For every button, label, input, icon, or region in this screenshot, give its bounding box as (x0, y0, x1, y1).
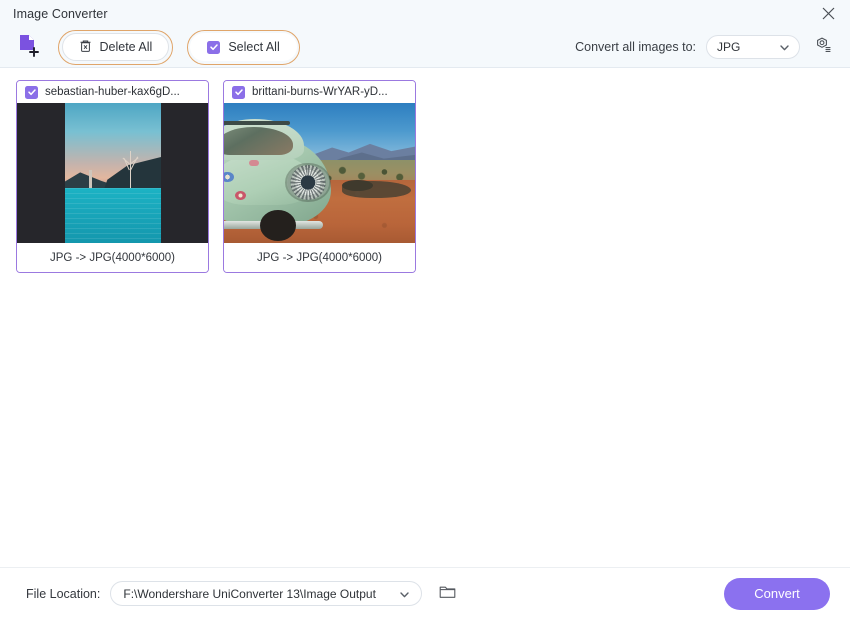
select-all-label: Select All (228, 40, 280, 54)
delete-all-label: Delete All (99, 40, 153, 54)
file-card-header: brittani-burns-WrYAR-yD... (224, 81, 415, 103)
select-all-button[interactable]: Select All (190, 33, 297, 61)
browse-folder-button[interactable] (434, 581, 460, 607)
delete-all-focus-ring: Delete All (58, 29, 173, 65)
convert-all-label: Convert all images to: (575, 40, 696, 54)
select-all-focus-ring: Select All (186, 29, 301, 65)
window-titlebar: Image Converter (0, 0, 850, 27)
file-card-header: sebastian-huber-kax6gD... (17, 81, 208, 103)
trash-icon (79, 39, 92, 56)
file-list-area: sebastian-huber-kax6gD... JPG -> JPG(400… (0, 68, 850, 567)
file-thumbnail (224, 103, 415, 243)
file-location-label: File Location: (26, 586, 101, 601)
file-name: sebastian-huber-kax6gD... (45, 86, 180, 98)
file-conversion-info: JPG -> JPG(4000*6000) (224, 243, 415, 272)
file-name: brittani-burns-WrYAR-yD... (252, 86, 388, 98)
footer-bar: File Location: F:\Wondershare UniConvert… (0, 567, 850, 619)
file-conversion-info: JPG -> JPG(4000*6000) (17, 243, 208, 272)
file-location-select[interactable]: F:\Wondershare UniConverter 13\Image Out… (110, 581, 423, 606)
window-title: Image Converter (13, 6, 108, 21)
output-format-value: JPG (717, 40, 741, 54)
thumbnail-image-beetle (224, 103, 415, 243)
file-checkbox[interactable] (232, 85, 245, 99)
select-all-checkbox[interactable] (207, 40, 221, 54)
file-card[interactable]: sebastian-huber-kax6gD... JPG -> JPG(400… (16, 80, 209, 273)
toolbar: Delete All Select All Convert all images… (0, 27, 850, 68)
chevron-down-icon (400, 587, 410, 601)
file-checkbox[interactable] (25, 85, 38, 99)
settings-button[interactable] (810, 34, 836, 60)
delete-all-button[interactable]: Delete All (61, 33, 170, 61)
chevron-down-icon (780, 40, 789, 54)
output-format-select[interactable]: JPG (706, 35, 800, 59)
add-files-button[interactable] (14, 32, 44, 62)
folder-icon (439, 584, 456, 604)
file-card-grid: sebastian-huber-kax6gD... JPG -> JPG(400… (16, 80, 850, 273)
add-file-icon (17, 33, 41, 62)
close-icon (822, 7, 835, 20)
thumbnail-image-lake (64, 103, 161, 243)
file-thumbnail (17, 103, 208, 243)
file-card[interactable]: brittani-burns-WrYAR-yD... JPG -> JPG(40… (223, 80, 416, 273)
file-location-value: F:\Wondershare UniConverter 13\Image Out… (123, 586, 376, 601)
close-button[interactable] (806, 0, 850, 27)
toolbar-right-group: Convert all images to: JPG (575, 34, 836, 60)
gear-icon (814, 36, 832, 59)
convert-button[interactable]: Convert (724, 577, 830, 610)
